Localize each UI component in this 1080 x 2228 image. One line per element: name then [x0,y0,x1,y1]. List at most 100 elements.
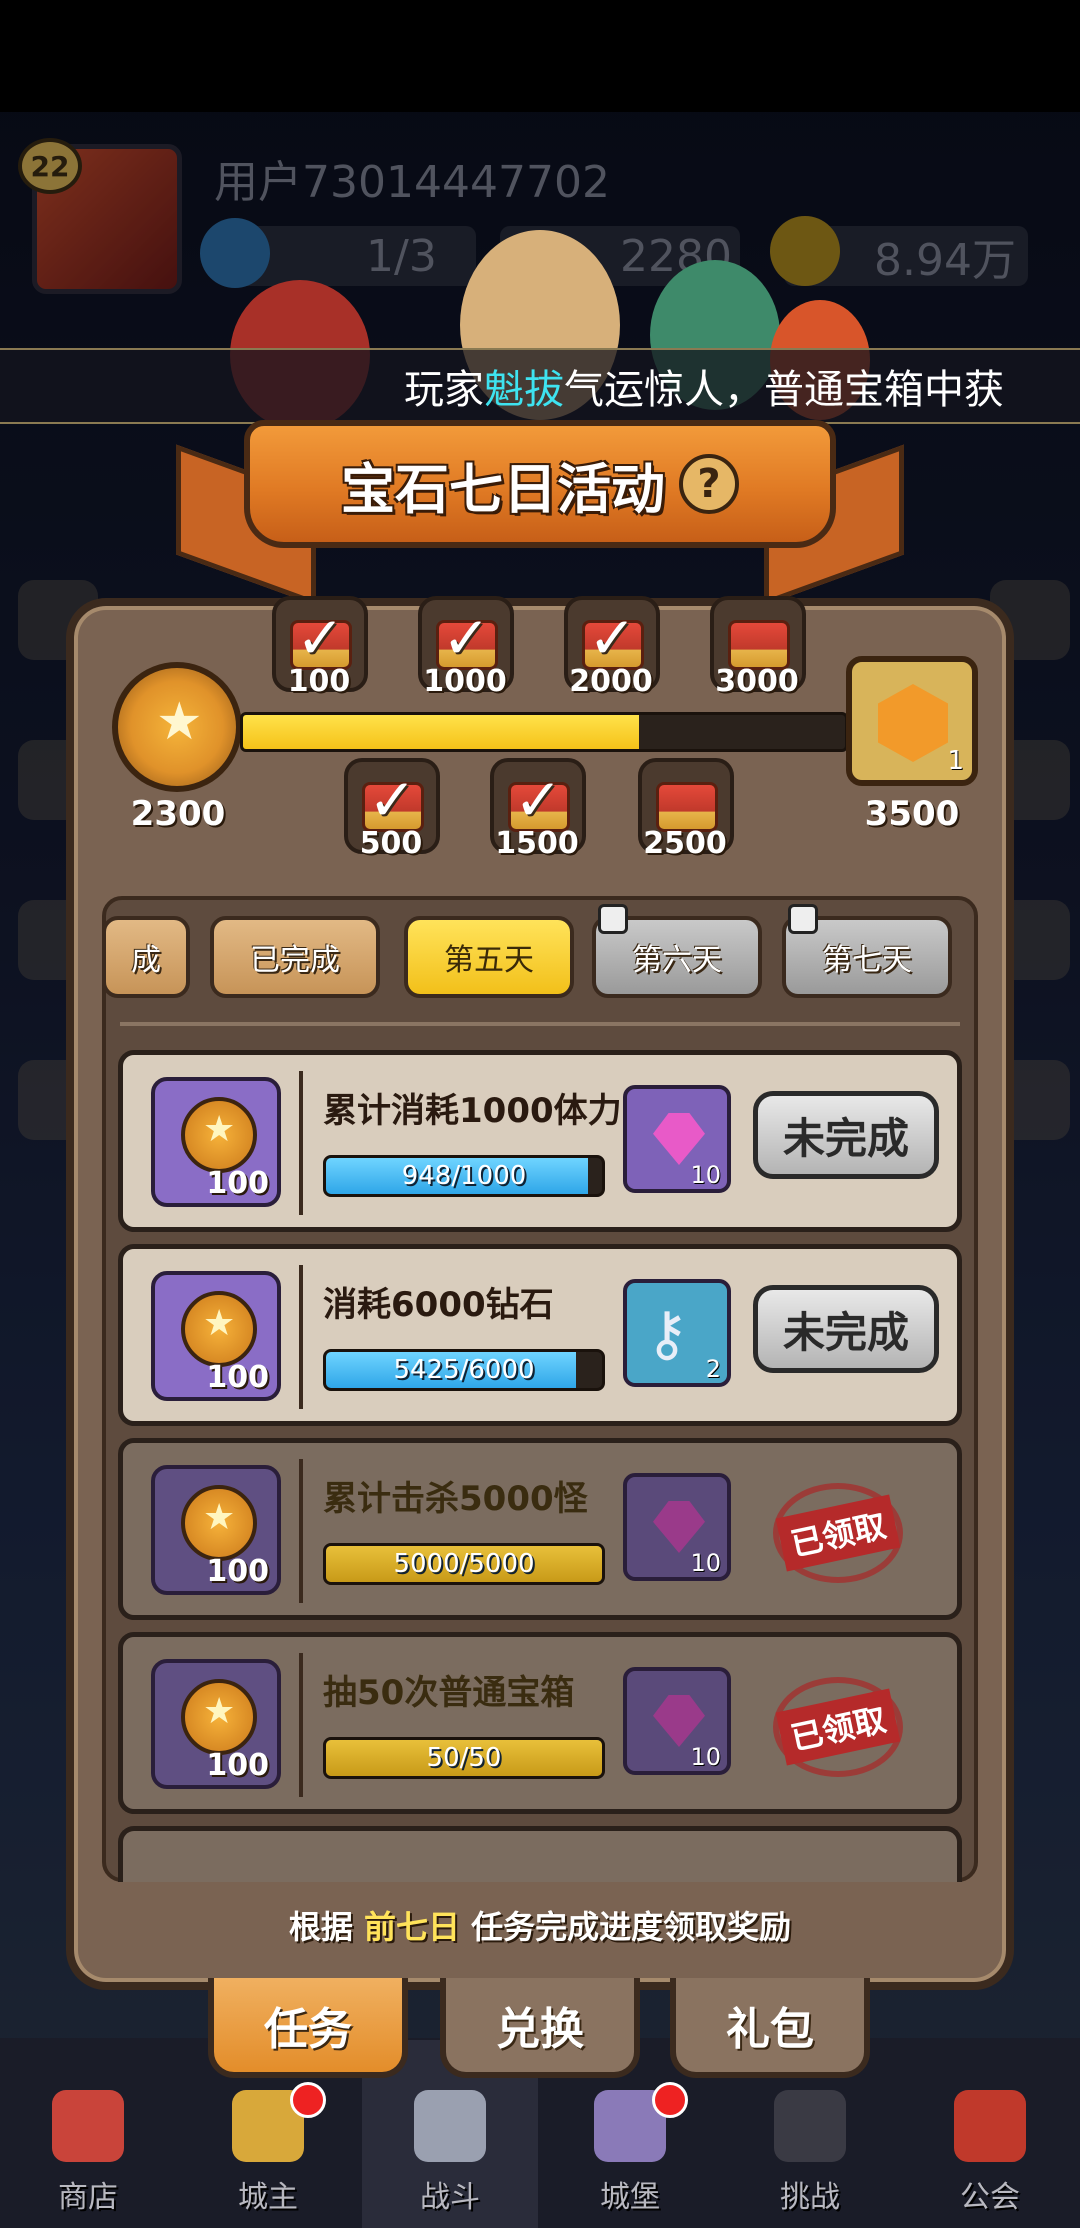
nav-label: 商店 [58,2180,118,2215]
check-icon: ✓ [588,604,637,672]
footer-highlight: 前七日 [363,1908,460,1946]
divider [299,1653,303,1797]
final-reward-count: 1 [947,746,964,776]
reward-count: 10 [690,1743,721,1771]
milestone-label: 3000 [715,664,799,699]
milestone-label: 100 [287,664,351,699]
key-icon: ⚷ [645,1299,689,1369]
tab-day-5[interactable]: 第五天 [404,916,574,998]
milestone-label: 500 [359,826,423,861]
medal-icon [181,1097,257,1173]
medal-icon [181,1679,257,1755]
reward-count: 10 [690,1161,721,1189]
points-medal: 100 [151,1077,281,1207]
nav-label: 城主 [238,2180,298,2215]
task-progress-text: 5000/5000 [393,1549,535,1579]
task-points: 100 [206,1166,269,1201]
shop-icon [52,2090,124,2162]
task-title: 累计消耗1000体力 [323,1091,622,1131]
chest-icon [728,620,790,670]
gem-icon [653,1113,705,1165]
points-medal: 100 [151,1659,281,1789]
task-points: 100 [206,1360,269,1395]
points-medal-icon [112,662,242,792]
current-points: 2300 [130,794,226,834]
task-progress-bar: 948/1000 [323,1155,605,1197]
final-reward-chest[interactable]: 1 [846,656,978,786]
points-medal: 100 [151,1271,281,1401]
swords-icon [414,2090,486,2162]
nav-label: 城堡 [600,2180,660,2215]
medal-icon [181,1291,257,1367]
milestone-label: 2500 [643,826,727,861]
divider [299,1459,303,1603]
marquee-prefix: 玩家 [404,367,484,413]
task-row: 100 消耗6000钻石 5425/6000 ⚷2 未完成 [118,1244,962,1426]
notification-dot [652,2082,688,2118]
nav-guild[interactable]: 公会 [930,2090,1050,2220]
incomplete-button[interactable]: 未完成 [753,1285,939,1373]
tab-day-partial[interactable]: 成 [102,916,190,998]
footer-hint: 根据 前七日 任务完成进度领取奖励 [66,1902,1014,1948]
task-progress-bar: 50/50 [323,1737,605,1779]
nav-challenge[interactable]: 挑战 [750,2090,870,2220]
task-row-partial [118,1826,962,1882]
task-row: 100 累计击杀5000怪 5000/5000 10 已领取 [118,1438,962,1620]
amber-gem-icon [878,684,948,762]
claimed-stamp: 已领取 [773,1677,903,1777]
reward-item[interactable]: 10 [623,1085,731,1193]
check-icon: ✓ [442,604,491,672]
footer-suffix: 任务完成进度领取奖励 [471,1908,792,1946]
marquee-player: 魁拔 [484,367,564,413]
milestone-label: 2000 [569,664,653,699]
task-title: 抽50次普通宝箱 [323,1673,575,1713]
gem-icon [653,1501,705,1553]
tab-tasks[interactable]: 任务 [208,1978,408,2078]
tab-gift-pack[interactable]: 礼包 [670,1978,870,2078]
claimed-label: 已领取 [775,1688,901,1766]
check-icon: ✓ [514,766,563,834]
nav-castle[interactable]: 城堡 [570,2082,690,2220]
milestone-label: 1500 [495,826,579,861]
claimed-stamp: 已领取 [773,1483,903,1583]
task-points: 100 [206,1554,269,1589]
points-progress-track [240,712,848,752]
divider [299,1265,303,1409]
tab-exchange[interactable]: 兑换 [440,1978,640,2078]
reward-item[interactable]: 10 [623,1667,731,1775]
task-progress-bar: 5425/6000 [323,1349,605,1391]
nav-battle[interactable]: 战斗 [390,2090,510,2220]
reward-count: 10 [690,1549,721,1577]
reward-item[interactable]: 10 [623,1473,731,1581]
incomplete-button[interactable]: 未完成 [753,1091,939,1179]
event-title: 宝石七日活动 [341,457,665,521]
help-button[interactable]: ? [679,454,739,514]
task-progress-text: 948/1000 [401,1161,527,1191]
tab-divider [120,1022,960,1026]
points-progress-fill [243,715,639,749]
reward-count: 2 [705,1355,721,1383]
task-title: 消耗6000钻石 [323,1285,554,1325]
announcement-marquee: 玩家 魁拔 气运惊人，普通宝箱中获 [0,348,1080,424]
task-progress-text: 50/50 [426,1743,502,1773]
max-points: 3500 [864,794,960,834]
nav-lord[interactable]: 城主 [208,2082,328,2220]
milestone-label: 1000 [423,664,507,699]
nav-shop[interactable]: 商店 [28,2090,148,2220]
tab-day-completed[interactable]: 已完成 [210,916,380,998]
event-title-ribbon: 宝石七日活动 ? [244,420,836,548]
points-medal: 100 [151,1465,281,1595]
claimed-label: 已领取 [775,1494,901,1572]
task-row: 100 抽50次普通宝箱 50/50 10 已领取 [118,1632,962,1814]
notification-dot [290,2082,326,2118]
lock-icon [788,904,818,934]
task-progress-bar: 5000/5000 [323,1543,605,1585]
reward-item[interactable]: ⚷ 2 [623,1279,731,1387]
marquee-suffix: 气运惊人，普通宝箱中获 [564,367,1004,413]
nav-label: 挑战 [780,2180,840,2215]
nav-label: 战斗 [420,2180,480,2215]
divider [299,1071,303,1215]
lock-icon [598,904,628,934]
guild-flag-icon [954,2090,1026,2162]
task-progress-text: 5425/6000 [393,1355,535,1385]
